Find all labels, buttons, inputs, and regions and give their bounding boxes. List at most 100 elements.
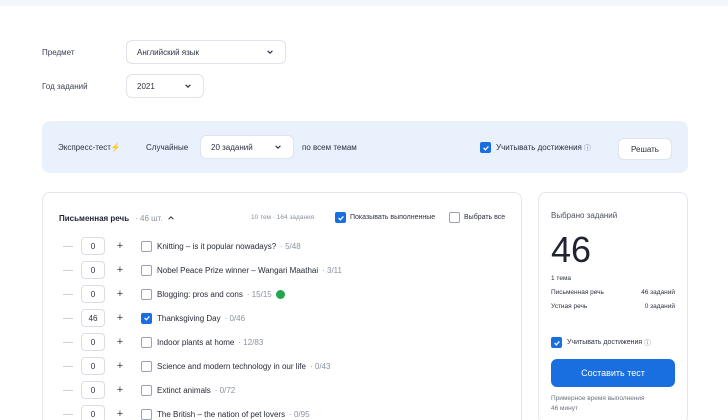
task-quantity[interactable]: 0 xyxy=(81,381,105,399)
decrement-button[interactable]: — xyxy=(63,313,73,324)
summary-total: 46 xyxy=(551,229,592,270)
increment-button[interactable]: + xyxy=(113,264,127,276)
increment-button[interactable]: + xyxy=(113,240,127,252)
task-progress: · 15/15 xyxy=(246,289,272,299)
task-progress: · 0/72 xyxy=(214,385,236,395)
lightning-icon: ⚡ xyxy=(110,143,121,152)
task-title: Indoor plants at home xyxy=(157,337,235,347)
chevron-down-icon xyxy=(273,142,283,152)
solve-button[interactable]: Решать xyxy=(618,138,672,160)
express-achievements[interactable]: Учитывать достижения ⓘ xyxy=(480,142,591,153)
section-count: · 46 шт. xyxy=(135,213,163,223)
subject-value: Английский язык xyxy=(137,47,200,57)
task-quantity[interactable]: 0 xyxy=(81,285,105,303)
task-checkbox[interactable] xyxy=(141,312,152,324)
summary-achievements-checkbox[interactable] xyxy=(551,337,562,348)
summary-row-value: 46 заданий xyxy=(641,289,675,296)
express-test-bar: Экспресс-тест⚡ Случайные 20 заданий по в… xyxy=(42,121,688,173)
task-title: Knitting – is it popular nowadays? xyxy=(157,241,277,251)
info-icon: ⓘ xyxy=(644,339,652,347)
task-row: — 0 + Science and modern technology in our … xyxy=(63,357,330,375)
task-title: Blogging: pros and cons xyxy=(157,289,243,299)
task-checkbox[interactable] xyxy=(141,384,152,396)
task-row: — 0 + Indoor plants at home · 12/83 xyxy=(63,333,263,351)
increment-button[interactable]: + xyxy=(113,336,127,348)
task-progress: · 5/48 xyxy=(280,241,301,251)
decrement-button[interactable]: — xyxy=(63,265,73,276)
achievements-checkbox[interactable] xyxy=(480,142,491,153)
summary-topics: 1 тема xyxy=(551,275,572,282)
task-row: — 0 + Blogging: pros and cons · 15/15 xyxy=(63,285,285,303)
task-checkbox[interactable] xyxy=(141,360,152,372)
task-title: Science and modern technology in our lif… xyxy=(157,361,306,371)
chevron-down-icon xyxy=(265,47,275,57)
task-checkbox[interactable] xyxy=(141,288,152,300)
decrement-button[interactable]: — xyxy=(63,385,73,396)
task-progress: · 3/11 xyxy=(322,265,342,275)
year-value: 2021 xyxy=(137,81,155,91)
increment-button[interactable]: + xyxy=(113,312,127,324)
section-header[interactable]: Письменная речь · 46 шт. xyxy=(59,213,176,223)
year-label: Год заданий xyxy=(42,82,88,91)
subject-label: Предмет xyxy=(42,48,75,57)
task-progress: · 12/83 xyxy=(238,337,264,347)
select-all-checkbox[interactable] xyxy=(449,212,460,223)
topics-label: по всем темам xyxy=(302,143,357,152)
express-title: Экспресс-тест⚡ xyxy=(58,143,121,152)
task-progress: · 0/46 xyxy=(224,313,246,323)
task-quantity[interactable]: 0 xyxy=(81,333,105,351)
decrement-button[interactable]: — xyxy=(63,409,73,420)
increment-button[interactable]: + xyxy=(113,288,127,300)
task-row: — 0 + Extinct animals · 0/72 xyxy=(63,381,235,399)
increment-button[interactable]: + xyxy=(113,360,127,372)
tasks-panel: Письменная речь · 46 шт. 10 тем · 164 за… xyxy=(42,192,522,420)
task-title: The British – the nation of pet lovers xyxy=(157,409,286,419)
task-quantity[interactable]: 46 xyxy=(81,309,105,327)
task-quantity[interactable]: 0 xyxy=(81,357,105,375)
section-stats: 10 тем · 164 задания xyxy=(251,214,315,221)
select-all-toggle[interactable]: Выбрать все xyxy=(449,212,505,223)
summary-row-label: Письменная речь xyxy=(551,289,604,296)
task-quantity[interactable]: 0 xyxy=(81,237,105,255)
page: Предмет Английский язык Год заданий 2021… xyxy=(0,6,728,420)
task-row: — 0 + Nobel Peace Prize winner – Wangari Ma… xyxy=(63,261,342,279)
task-row: — 46 + Thanksgiving Day · 0/46 xyxy=(63,309,245,327)
decrement-button[interactable]: — xyxy=(63,361,73,372)
task-quantity[interactable]: 0 xyxy=(81,261,105,279)
summary-card: Выбрано заданий 46 1 тема Письменная реч… xyxy=(538,192,688,420)
summary-achievements[interactable]: Учитывать достижения ⓘ xyxy=(551,337,651,348)
decrement-button[interactable]: — xyxy=(63,337,73,348)
task-title: Nobel Peace Prize winner – Wangari Maath… xyxy=(157,265,319,275)
task-quantity[interactable]: 0 xyxy=(81,405,105,420)
random-label: Случайные xyxy=(146,143,189,152)
summary-title: Выбрано заданий xyxy=(551,211,618,220)
time-estimate-label: Примерное время выполнения xyxy=(551,395,645,402)
increment-button[interactable]: + xyxy=(113,408,127,420)
build-test-button[interactable]: Составить тест xyxy=(551,359,675,387)
task-checkbox[interactable] xyxy=(141,264,152,276)
count-value: 20 заданий xyxy=(211,142,253,152)
task-checkbox[interactable] xyxy=(141,408,152,420)
task-row: — 0 + Knitting – is it popular nowadays? · 5… xyxy=(63,237,301,255)
task-checkbox[interactable] xyxy=(141,336,152,348)
task-title: Thanksgiving Day xyxy=(157,313,221,323)
task-title: Extinct animals xyxy=(157,385,211,395)
select-all-label: Выбрать все xyxy=(464,214,506,221)
increment-button[interactable]: + xyxy=(113,384,127,396)
decrement-button[interactable]: — xyxy=(63,289,73,300)
task-row: — 0 + The British – the nation of pet lover… xyxy=(63,405,310,420)
task-progress: · 0/95 xyxy=(289,409,310,419)
show-done-checkbox[interactable] xyxy=(335,212,346,223)
year-select[interactable]: 2021 xyxy=(126,74,204,98)
task-progress: · 0/43 xyxy=(309,361,331,371)
time-estimate-value: 46 минут xyxy=(551,405,578,412)
achievements-label: Учитывать достижения xyxy=(496,143,582,152)
completed-icon xyxy=(275,289,285,299)
subject-select[interactable]: Английский язык xyxy=(126,40,286,64)
task-checkbox[interactable] xyxy=(141,240,152,252)
count-select[interactable]: 20 заданий xyxy=(200,135,294,159)
section-title: Письменная речь xyxy=(59,213,130,223)
show-done-toggle[interactable]: Показывать выполненные xyxy=(335,212,435,223)
express-title-text: Экспресс-тест xyxy=(58,143,111,152)
decrement-button[interactable]: — xyxy=(63,241,73,252)
